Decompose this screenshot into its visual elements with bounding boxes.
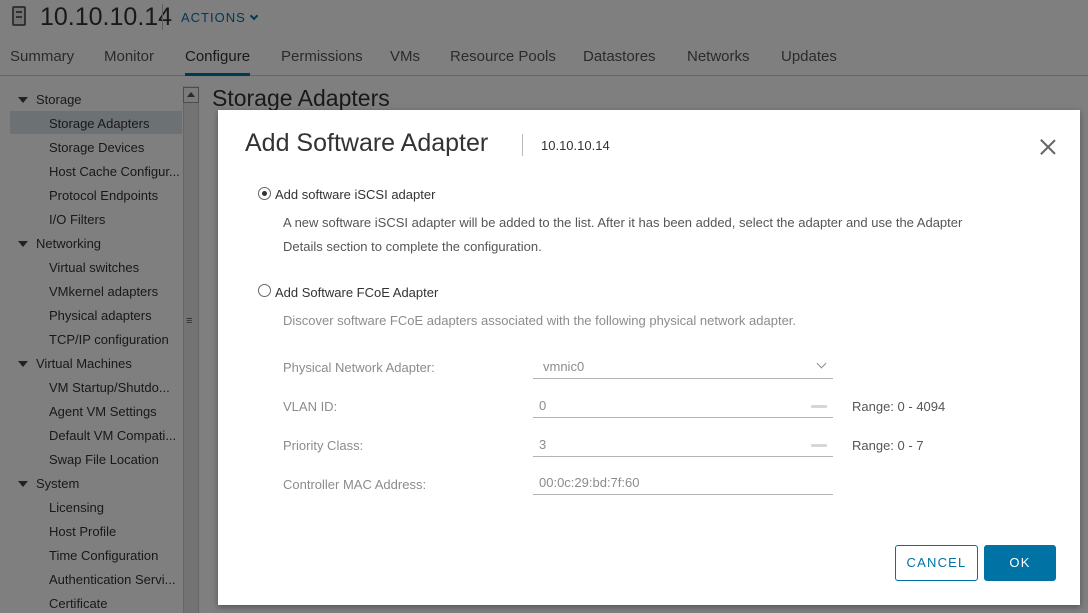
fcoe-description: Discover software FCoE adapters associat… — [283, 313, 797, 328]
iscsi-description-line2: Details section to complete the configur… — [283, 239, 542, 254]
stepper-icon[interactable] — [811, 405, 827, 408]
vlan-id-value: 0 — [539, 398, 547, 413]
radio-iscsi[interactable] — [258, 187, 271, 200]
controller-mac-label: Controller MAC Address: — [283, 477, 427, 492]
physical-adapter-value: vmnic0 — [543, 359, 585, 374]
vlan-id-label: VLAN ID: — [283, 399, 338, 414]
stepper-icon[interactable] — [811, 444, 827, 447]
controller-mac-input[interactable]: 00:0c:29:bd:7f:60 — [533, 472, 833, 495]
cancel-button[interactable]: CANCEL — [895, 545, 978, 581]
dialog-title: Add Software Adapter — [245, 129, 489, 157]
vlan-range-hint: Range: 0 - 4094 — [852, 399, 946, 414]
dialog-title-divider — [522, 134, 523, 156]
add-software-adapter-dialog: Add Software Adapter 10.10.10.14 Add sof… — [218, 110, 1080, 605]
controller-mac-value: 00:0c:29:bd:7f:60 — [539, 475, 640, 490]
dialog-subtitle-host: 10.10.10.14 — [541, 138, 610, 153]
radio-fcoe-label[interactable]: Add Software FCoE Adapter — [275, 285, 438, 300]
radio-fcoe[interactable] — [258, 284, 271, 297]
iscsi-description-line1: A new software iSCSI adapter will be add… — [283, 215, 963, 230]
iscsi-description: A new software iSCSI adapter will be add… — [283, 211, 1043, 259]
priority-class-input[interactable]: 3 — [533, 434, 833, 457]
vlan-id-input[interactable]: 0 — [533, 395, 833, 418]
priority-class-value: 3 — [539, 437, 547, 452]
physical-adapter-select[interactable]: vmnic0 — [533, 356, 833, 379]
chevron-down-icon — [816, 358, 827, 369]
priority-class-label: Priority Class: — [283, 438, 364, 453]
radio-iscsi-label[interactable]: Add software iSCSI adapter — [275, 187, 435, 202]
physical-adapter-label: Physical Network Adapter: — [283, 360, 435, 375]
priority-range-hint: Range: 0 - 7 — [852, 438, 924, 453]
ok-button[interactable]: OK — [984, 545, 1056, 581]
close-icon[interactable] — [1038, 137, 1058, 157]
